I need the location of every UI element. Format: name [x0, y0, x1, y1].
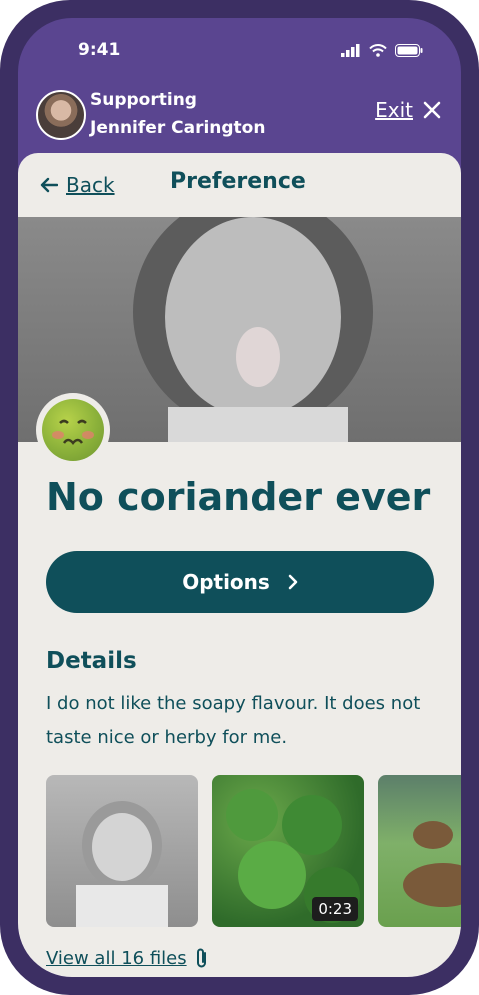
arrow-left-icon	[40, 177, 58, 193]
battery-icon	[395, 44, 423, 57]
preference-title: No coriander ever	[46, 475, 431, 519]
exit-label: Exit	[375, 98, 413, 122]
file-thumbnail-video[interactable]: 0:23	[212, 775, 364, 927]
options-button[interactable]: Options	[46, 551, 434, 613]
view-all-label: View all 16 files	[46, 947, 187, 969]
supporting-bar: Supporting Jennifer Carington Exit	[18, 82, 461, 152]
file-thumbnail[interactable]	[46, 775, 198, 927]
close-icon	[423, 101, 441, 119]
screen: 9:41 Supporting Jennifer Carington Exit …	[18, 18, 461, 977]
status-icons	[341, 44, 423, 57]
status-bar: 9:41	[18, 18, 461, 82]
nauseated-face-icon	[42, 399, 104, 461]
page-title: Preference	[170, 169, 306, 194]
file-carousel[interactable]: 0:23	[46, 775, 461, 927]
preference-card: Back Preference No coriander ever Option…	[18, 153, 461, 977]
video-duration: 0:23	[312, 897, 358, 921]
top-nav: Back Preference	[18, 153, 461, 217]
options-label: Options	[182, 570, 270, 594]
back-label: Back	[66, 173, 115, 197]
emoji-badge	[36, 393, 110, 467]
view-all-files-link[interactable]: View all 16 files	[46, 947, 209, 969]
file-thumbnail[interactable]	[378, 775, 461, 927]
details-text: I do not like the soapy flavour. It does…	[46, 693, 421, 748]
status-time: 9:41	[78, 40, 121, 60]
paperclip-icon	[196, 948, 206, 968]
exit-button[interactable]: Exit	[375, 98, 441, 122]
supporting-line: Supporting	[90, 90, 197, 110]
wifi-icon	[369, 44, 387, 57]
phone-frame: 9:41 Supporting Jennifer Carington Exit …	[0, 0, 479, 995]
supported-person-name: Jennifer Carington	[90, 118, 266, 138]
back-button[interactable]: Back	[40, 173, 115, 197]
avatar	[36, 90, 86, 140]
supporting-label: Supporting Jennifer Carington	[90, 86, 265, 142]
chevron-right-icon	[288, 574, 298, 590]
cellular-signal-icon	[341, 44, 360, 57]
details-heading: Details	[46, 648, 137, 674]
